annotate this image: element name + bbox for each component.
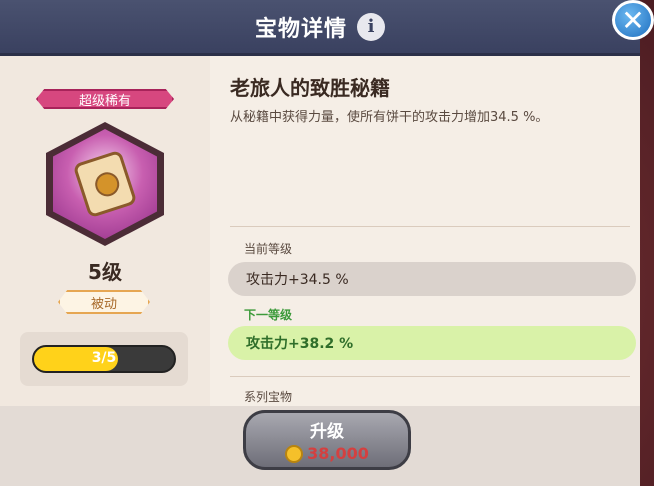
panel-title: 宝物详情	[254, 16, 347, 42]
rarity-badge: 超级稀有	[36, 89, 174, 109]
current-level-label: 当前等级	[244, 242, 293, 256]
upgrade-label: 升级	[310, 422, 344, 442]
series-treasure-label: 系列宝物	[244, 390, 293, 404]
treasure-summary: 超级稀有 5级 被动 3/5	[0, 56, 210, 406]
next-stat-row: 攻击力+38.2 %	[228, 326, 636, 360]
treasure-details: 老旅人的致胜秘籍 从秘籍中获得力量，使所有饼干的攻击力增加34.5 %。 当前等…	[210, 56, 640, 406]
treasure-level: 5级	[88, 260, 122, 284]
treasure-description: 从秘籍中获得力量，使所有饼干的攻击力增加34.5 %。	[230, 110, 549, 125]
treasure-detail-panel: 宝物详情 i 超级稀有 5级 被动 3/5 老旅人的致胜秘籍 从秘籍中获得力量，…	[0, 0, 640, 486]
current-stat-value: 攻击力+34.5 %	[246, 272, 349, 288]
treasure-icon-frame	[46, 122, 164, 246]
passive-badge: 被动	[58, 290, 150, 314]
panel-header: 宝物详情 i	[0, 0, 640, 56]
upgrade-cost: 38,000	[285, 444, 369, 463]
current-stat-row: 攻击力+34.5 %	[228, 262, 636, 296]
info-icon[interactable]: i	[357, 12, 385, 41]
coin-icon	[285, 444, 304, 463]
divider	[230, 226, 630, 227]
divider	[230, 376, 630, 377]
cost-value: 38,000	[307, 444, 369, 463]
next-stat-value: 攻击力+38.2 %	[246, 336, 354, 352]
upgrade-progress-bar: 3/5	[32, 345, 176, 373]
progress-text: 3/5	[91, 350, 117, 366]
progress-box: 3/5	[20, 332, 188, 386]
upgrade-button[interactable]: 升级 38,000	[243, 410, 411, 470]
next-level-label: 下一等级	[244, 308, 293, 322]
close-button[interactable]: ✕	[612, 0, 654, 40]
treasure-name: 老旅人的致胜秘籍	[230, 76, 390, 100]
close-icon: ✕	[621, 3, 645, 37]
